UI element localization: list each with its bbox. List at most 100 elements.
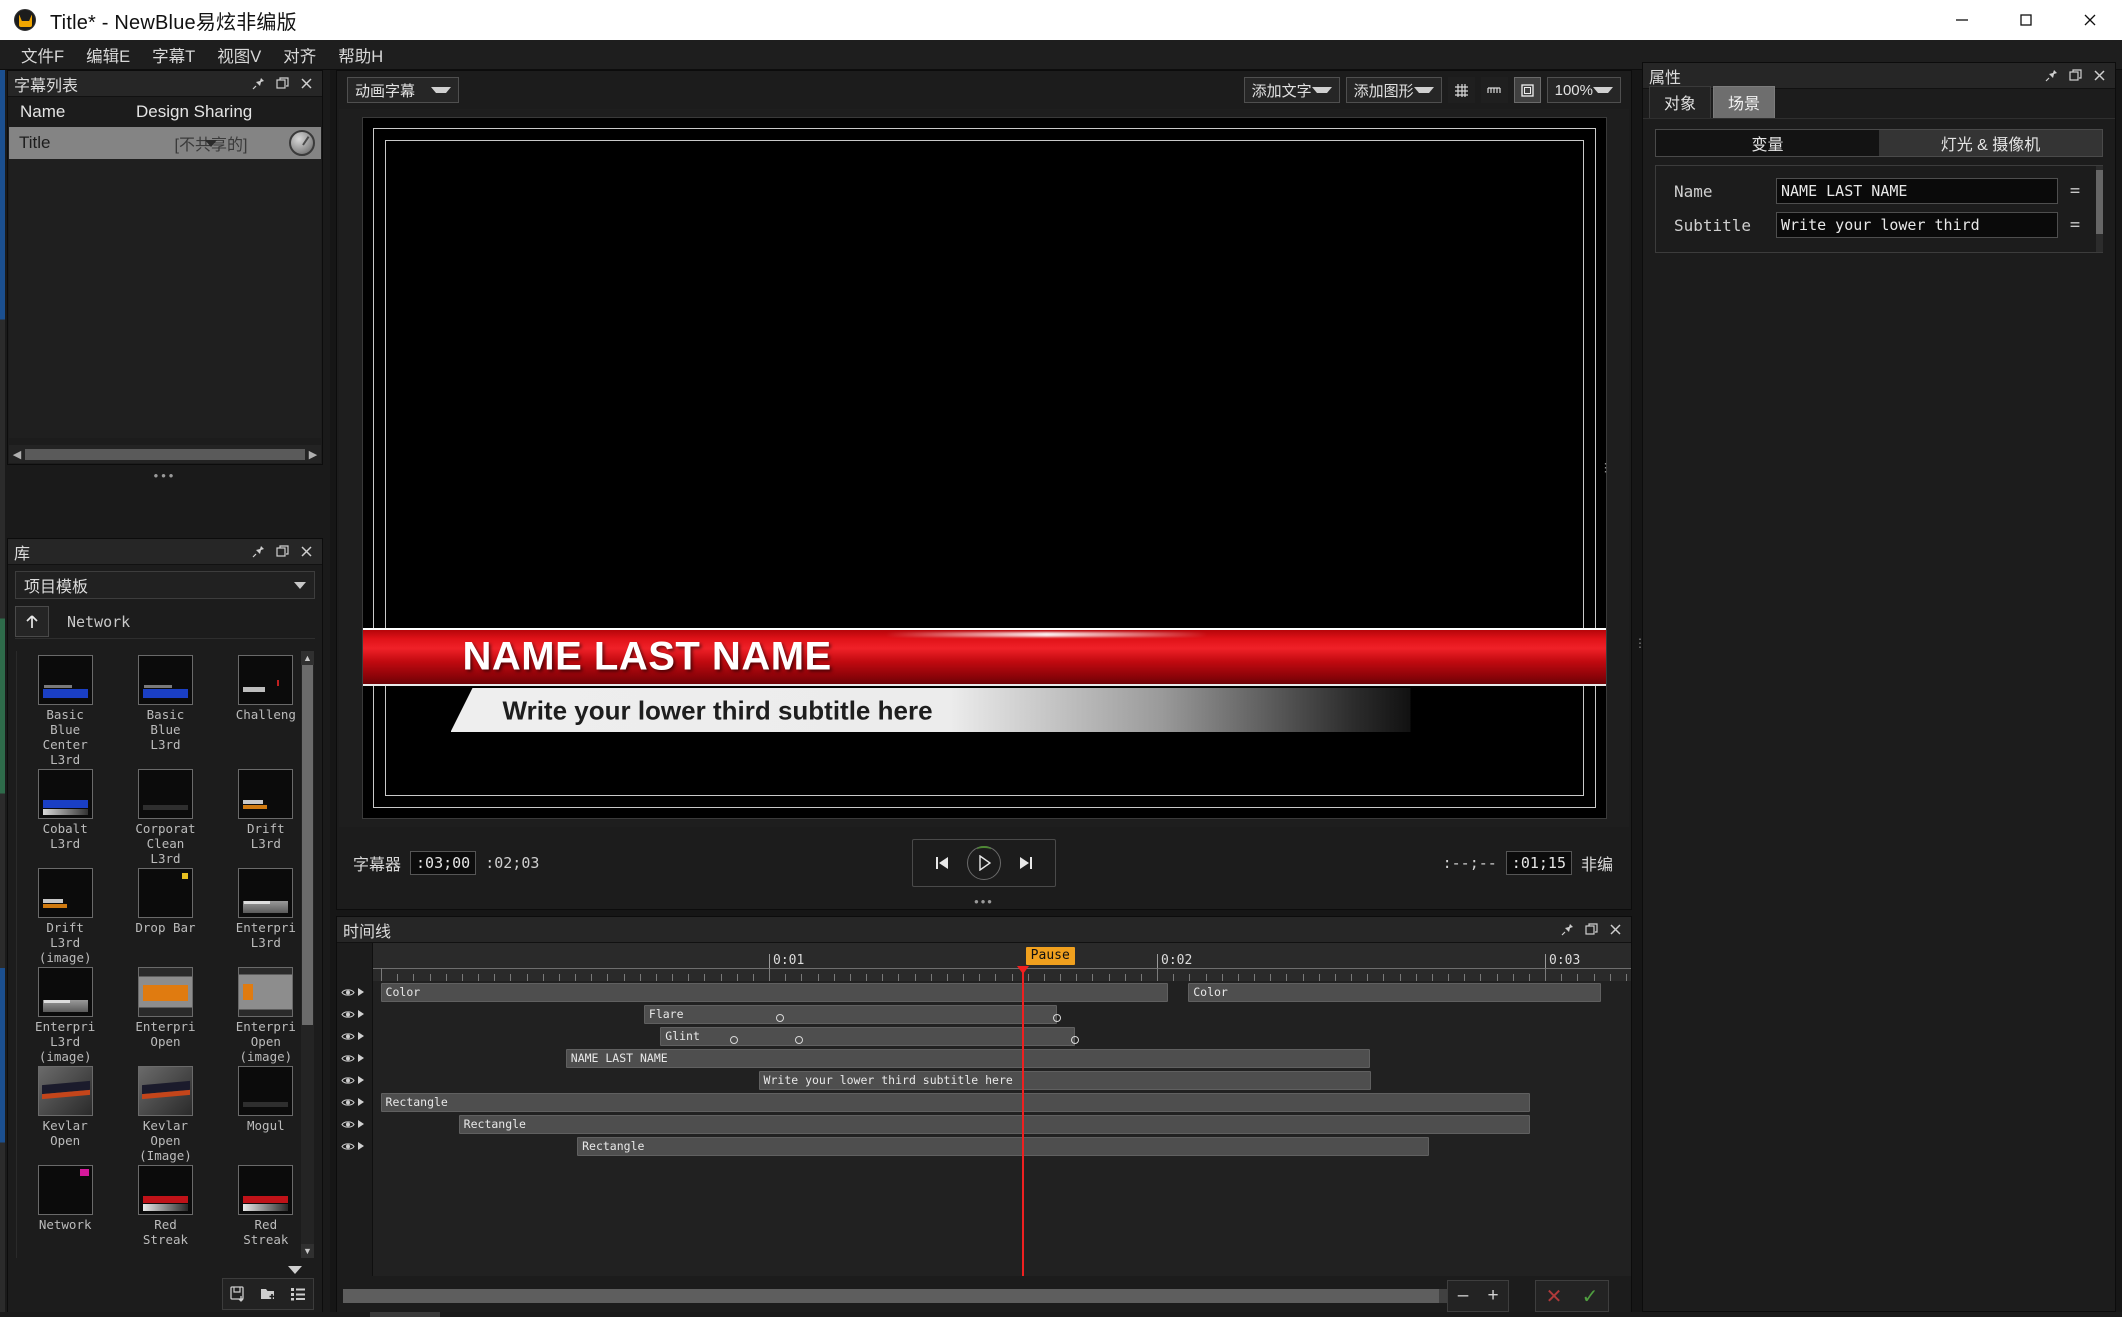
timeline-keyframe[interactable] <box>1071 1036 1079 1044</box>
library-item[interactable]: Enterpri L3rd <box>218 868 314 965</box>
minimize-button[interactable] <box>1930 0 1994 40</box>
scroll-thumb[interactable] <box>302 665 313 1025</box>
library-expand-caret-icon[interactable] <box>288 1266 302 1274</box>
grid-icon[interactable] <box>1448 77 1475 103</box>
preview-panel-splitter[interactable]: ••• <box>337 897 1631 907</box>
close-icon[interactable] <box>300 77 313 90</box>
timeline-clip[interactable]: Flare <box>644 1005 1057 1024</box>
scroll-track[interactable] <box>25 449 305 460</box>
pin-icon[interactable] <box>2045 69 2058 82</box>
menu-view[interactable]: 视图V <box>206 40 272 70</box>
pin-icon[interactable] <box>252 77 265 90</box>
animation-mode-select[interactable]: 动画字幕 <box>347 77 459 103</box>
name-equals-button[interactable]: = <box>2058 181 2092 201</box>
eye-icon[interactable] <box>341 1097 355 1108</box>
timeline-keyframe[interactable] <box>730 1036 738 1044</box>
scroll-down-icon[interactable]: ▼ <box>301 1244 314 1258</box>
timeline-clip[interactable]: NAME LAST NAME <box>566 1049 1370 1068</box>
safe-area-icon[interactable] <box>1514 77 1541 103</box>
titles-list-row[interactable]: Title [不共享的] <box>9 127 321 159</box>
expand-track-icon[interactable] <box>358 988 364 996</box>
cancel-button[interactable]: ✕ <box>1536 1281 1572 1311</box>
lower-third-title[interactable]: NAME LAST NAME <box>463 635 832 680</box>
expand-track-icon[interactable] <box>358 1054 364 1062</box>
play-icon[interactable] <box>967 846 1001 880</box>
timeline-marker[interactable]: Pause <box>1026 947 1075 965</box>
library-item[interactable]: Drop Bar <box>117 868 213 965</box>
restore-icon[interactable] <box>276 77 289 90</box>
expand-track-icon[interactable] <box>358 1076 364 1084</box>
library-item[interactable]: Mogul <box>218 1066 314 1163</box>
lower-third-subtitle[interactable]: Write your lower third subtitle here <box>503 696 933 727</box>
library-up-button[interactable] <box>15 606 49 637</box>
library-item[interactable]: Basic Blue L3rd <box>117 655 213 767</box>
timeline-track[interactable]: Rectangle <box>373 1091 1631 1113</box>
new-folder-icon[interactable] <box>253 1279 283 1309</box>
name-field[interactable]: NAME LAST NAME <box>1776 178 2058 204</box>
pin-icon[interactable] <box>1561 923 1574 936</box>
timeline-clip[interactable]: Color <box>381 983 1169 1002</box>
close-icon[interactable] <box>1609 923 1622 936</box>
library-item[interactable]: Network <box>17 1165 113 1247</box>
timeline-track[interactable]: Color Color <box>373 981 1631 1003</box>
library-item[interactable]: Kevlar Open <box>17 1066 113 1163</box>
add-shape-button[interactable]: 添加图形 <box>1346 77 1442 103</box>
add-text-button[interactable]: 添加文字 <box>1244 77 1340 103</box>
list-view-icon[interactable] <box>283 1279 313 1309</box>
expand-track-icon[interactable] <box>358 1120 364 1128</box>
tab-object[interactable]: 对象 <box>1649 86 1711 118</box>
save-icon[interactable] <box>223 1279 253 1309</box>
library-item[interactable]: Enterpri L3rd (image) <box>17 967 113 1064</box>
menu-file[interactable]: 文件F <box>10 40 75 70</box>
chevron-down-icon[interactable] <box>205 140 217 147</box>
titles-horizontal-scrollbar[interactable]: ◀ ▶ <box>9 445 321 463</box>
timeline-clip[interactable]: Rectangle <box>381 1093 1530 1112</box>
current-time-field[interactable]: :03;00 <box>410 851 476 875</box>
library-grid[interactable]: Basic Blue Center L3rdBasic Blue L3rdCha… <box>16 651 314 1258</box>
timeline-track[interactable]: Rectangle <box>373 1135 1631 1157</box>
stage-resize-grip[interactable]: ⋮ <box>1600 465 1612 472</box>
timeline-clip[interactable]: Write your lower third subtitle here <box>759 1071 1371 1090</box>
timeline-track[interactable]: Glint <box>373 1025 1631 1047</box>
timeline-track[interactable]: Write your lower third subtitle here <box>373 1069 1631 1091</box>
timeline-horizontal-scrollbar[interactable] <box>343 1289 1463 1303</box>
timeline-zoom-out-button[interactable]: – <box>1448 1281 1478 1311</box>
timeline-zoom-in-button[interactable]: + <box>1478 1281 1508 1311</box>
eye-icon[interactable] <box>341 1141 355 1152</box>
confirm-button[interactable]: ✓ <box>1572 1281 1608 1311</box>
restore-icon[interactable] <box>1585 923 1598 936</box>
expand-track-icon[interactable] <box>358 1098 364 1106</box>
eye-icon[interactable] <box>341 1053 355 1064</box>
nle-time-field[interactable]: :01;15 <box>1506 851 1572 875</box>
timeline-clip[interactable]: Glint <box>660 1027 1075 1046</box>
library-item[interactable]: Drift L3rd <box>218 769 314 866</box>
scroll-thumb[interactable] <box>343 1289 1439 1303</box>
scroll-right-icon[interactable]: ▶ <box>305 448 321 461</box>
timeline-track[interactable]: NAME LAST NAME <box>373 1047 1631 1069</box>
menu-help[interactable]: 帮助H <box>327 40 394 70</box>
menu-edit[interactable]: 编辑E <box>75 40 141 70</box>
restore-icon[interactable] <box>276 545 289 558</box>
timeline-playhead[interactable] <box>1022 969 1024 1276</box>
close-button[interactable] <box>2058 0 2122 40</box>
menu-align[interactable]: 对齐 <box>272 40 327 70</box>
library-source-select[interactable]: 项目模板 <box>15 571 315 599</box>
expand-track-icon[interactable] <box>358 1032 364 1040</box>
lower-third-graphic[interactable]: NAME LAST NAME Write your lower third su… <box>363 628 1606 734</box>
eye-icon[interactable] <box>341 1075 355 1086</box>
library-vertical-scrollbar[interactable]: ▲ ▼ <box>301 651 314 1258</box>
timeline-clip[interactable]: Color <box>1188 983 1601 1002</box>
eye-icon[interactable] <box>341 987 355 998</box>
ruler-icon[interactable] <box>1481 77 1508 103</box>
timeline-track[interactable]: Rectangle <box>373 1113 1631 1135</box>
scroll-thumb[interactable] <box>2096 170 2103 234</box>
eye-icon[interactable] <box>341 1009 355 1020</box>
menu-title[interactable]: 字幕T <box>141 40 206 70</box>
eye-icon[interactable] <box>341 1031 355 1042</box>
restore-icon[interactable] <box>2069 69 2082 82</box>
preview-canvas[interactable]: NAME LAST NAME Write your lower third su… <box>363 118 1606 818</box>
left-panel-splitter[interactable]: ••• <box>0 470 330 482</box>
expand-track-icon[interactable] <box>358 1142 364 1150</box>
segment-lights-camera[interactable]: 灯光 & 摄像机 <box>1879 130 2102 156</box>
zoom-level-select[interactable]: 100% <box>1547 77 1621 103</box>
